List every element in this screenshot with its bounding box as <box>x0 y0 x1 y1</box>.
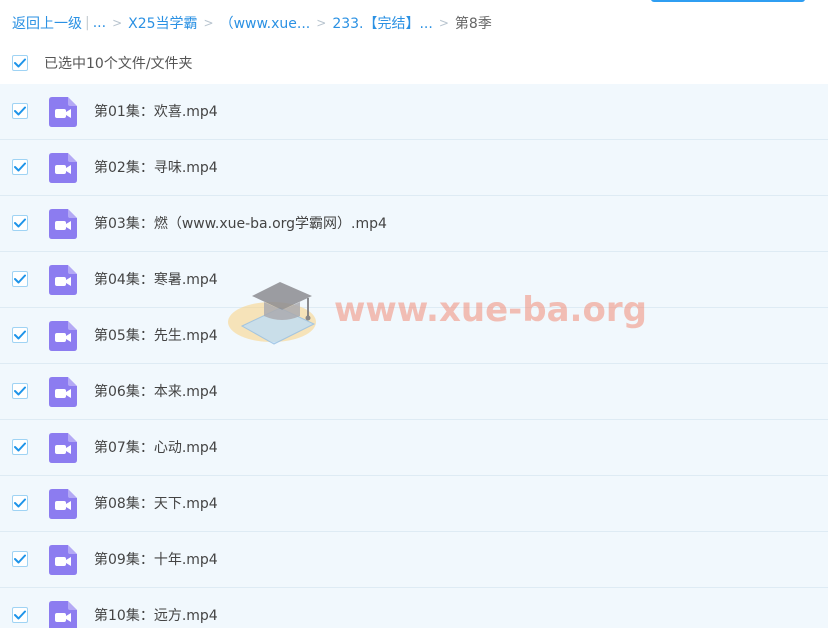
file-row[interactable]: 第02集：寻味.mp4 <box>0 140 828 196</box>
file-name[interactable]: 第01集：欢喜.mp4 <box>94 101 218 121</box>
video-file-icon <box>49 321 77 351</box>
file-name[interactable]: 第10集：远方.mp4 <box>94 605 218 625</box>
checkmark-icon <box>14 554 26 564</box>
video-file-icon <box>49 433 77 463</box>
file-row[interactable]: 第10集：远方.mp4 <box>0 588 828 628</box>
select-all-bar: 已选中10个文件/文件夹 <box>12 52 193 74</box>
file-list: 第01集：欢喜.mp4 第02集：寻味.mp4 第03集：燃（www.xue-ba.… <box>0 84 828 628</box>
file-row[interactable]: 第05集：先生.mp4 <box>0 308 828 364</box>
breadcrumb-divider: | <box>85 15 90 31</box>
breadcrumb-separator: > <box>316 16 327 30</box>
breadcrumb-separator: > <box>203 16 214 30</box>
back-link[interactable]: 返回上一级 <box>12 13 82 33</box>
file-row[interactable]: 第03集：燃（www.xue-ba.org学霸网）.mp4 <box>0 196 828 252</box>
file-checkbox[interactable] <box>12 271 28 287</box>
checkmark-icon <box>14 162 26 172</box>
checkmark-icon <box>14 442 26 452</box>
select-all-checkbox[interactable] <box>12 55 28 71</box>
file-row[interactable]: 第01集：欢喜.mp4 <box>0 84 828 140</box>
breadcrumb-separator: > <box>438 16 449 30</box>
checkmark-icon <box>14 610 26 620</box>
file-checkbox[interactable] <box>12 383 28 399</box>
file-name[interactable]: 第03集：燃（www.xue-ba.org学霸网）.mp4 <box>94 213 387 233</box>
file-checkbox[interactable] <box>12 159 28 175</box>
file-checkbox[interactable] <box>12 551 28 567</box>
checkmark-icon <box>14 106 26 116</box>
checkmark-icon <box>14 498 26 508</box>
file-checkbox[interactable] <box>12 215 28 231</box>
top-action-button[interactable] <box>651 0 805 2</box>
video-file-icon <box>49 265 77 295</box>
video-file-icon <box>49 601 77 628</box>
file-name[interactable]: 第08集：天下.mp4 <box>94 493 218 513</box>
file-checkbox[interactable] <box>12 607 28 623</box>
video-file-icon <box>49 97 77 127</box>
breadcrumb: 返回上一级 | ... > X25当学霸 > （www.xue... > 233… <box>12 13 492 33</box>
file-name[interactable]: 第09集：十年.mp4 <box>94 549 218 569</box>
file-checkbox[interactable] <box>12 327 28 343</box>
file-row[interactable]: 第09集：十年.mp4 <box>0 532 828 588</box>
breadcrumb-ellipsis[interactable]: ... <box>93 15 106 31</box>
breadcrumb-item[interactable]: （www.xue... <box>220 13 311 33</box>
file-row[interactable]: 第08集：天下.mp4 <box>0 476 828 532</box>
selection-count-label: 已选中10个文件/文件夹 <box>44 56 193 72</box>
checkmark-icon <box>14 218 26 228</box>
breadcrumb-item[interactable]: X25当学霸 <box>128 13 197 33</box>
file-checkbox[interactable] <box>12 103 28 119</box>
file-checkbox[interactable] <box>12 495 28 511</box>
checkmark-icon <box>14 386 26 396</box>
file-row[interactable]: 第06集：本来.mp4 <box>0 364 828 420</box>
file-name[interactable]: 第05集：先生.mp4 <box>94 325 218 345</box>
file-name[interactable]: 第04集：寒暑.mp4 <box>94 269 218 289</box>
video-file-icon <box>49 489 77 519</box>
video-file-icon <box>49 545 77 575</box>
file-row[interactable]: 第07集：心动.mp4 <box>0 420 828 476</box>
breadcrumb-item[interactable]: 233.【完结】... <box>332 13 433 33</box>
file-name[interactable]: 第02集：寻味.mp4 <box>94 157 218 177</box>
video-file-icon <box>49 153 77 183</box>
checkmark-icon <box>14 330 26 340</box>
file-name[interactable]: 第06集：本来.mp4 <box>94 381 218 401</box>
breadcrumb-separator: > <box>112 16 123 30</box>
file-row[interactable]: 第04集：寒暑.mp4 <box>0 252 828 308</box>
checkmark-icon <box>14 274 26 284</box>
breadcrumb-current: 第8季 <box>454 16 492 32</box>
file-checkbox[interactable] <box>12 439 28 455</box>
checkmark-icon <box>14 58 26 68</box>
file-name[interactable]: 第07集：心动.mp4 <box>94 437 218 457</box>
video-file-icon <box>49 209 77 239</box>
video-file-icon <box>49 377 77 407</box>
